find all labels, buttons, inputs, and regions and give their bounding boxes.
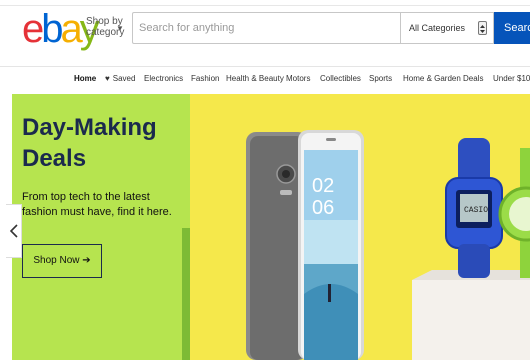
top-border: [0, 0, 530, 6]
heart-icon: ♥: [105, 74, 110, 83]
search-bar: [132, 12, 400, 44]
hero-banner[interactable]: Day-Making Deals From top tech to the la…: [12, 94, 530, 360]
blue-watch-image: CASIO: [445, 138, 503, 278]
chevron-left-icon: [9, 224, 18, 238]
green-watch-image: [498, 148, 530, 278]
nav-item-motors[interactable]: Motors: [286, 74, 310, 83]
phone-front-image: 02 06: [298, 130, 364, 360]
ebay-homepage: ebay Shop by category ▼ All Categories S…: [0, 0, 530, 360]
nav-item-electronics[interactable]: Electronics: [144, 74, 183, 83]
hero-title: Day-Making Deals: [22, 112, 187, 174]
hero-panel-shadow: [182, 228, 190, 360]
nav-item-saved-label: Saved: [112, 74, 136, 83]
category-nav: Home ♥ Saved Electronics Fashion Health &…: [0, 67, 530, 93]
logo-letter-e: e: [22, 7, 44, 51]
phone-date-text: 06: [312, 197, 334, 219]
nav-item-sports[interactable]: Sports: [369, 74, 392, 83]
nav-item-collectibles[interactable]: Collectibles: [320, 74, 361, 83]
select-arrows-icon[interactable]: [478, 21, 487, 35]
category-select[interactable]: All Categories: [400, 12, 494, 44]
logo-letter-b: b: [41, 7, 63, 51]
arrow-right-icon: ➔: [82, 255, 91, 266]
nav-item-home-garden[interactable]: Home & Garden: [403, 74, 461, 83]
hero-title-line-1: Day-Making: [22, 114, 157, 141]
nav-item-saved[interactable]: ♥ Saved: [105, 74, 135, 83]
search-input[interactable]: [139, 13, 395, 43]
hero-title-line-2: Deals: [22, 145, 87, 172]
phone-clock-text: 02: [312, 175, 334, 197]
hero-product-image: 02 06 CASIO: [246, 130, 530, 360]
nav-item-health-beauty[interactable]: Health & Beauty: [226, 74, 284, 83]
caret-down-icon[interactable]: ▼: [116, 24, 124, 33]
display-pedestal: [412, 270, 530, 360]
watch-brand-text: CASIO: [464, 206, 488, 215]
nav-item-deals[interactable]: Deals: [463, 74, 483, 83]
logo-letter-a: a: [60, 7, 83, 51]
nav-item-under-10[interactable]: Under $10: [493, 74, 530, 83]
carousel-prev-button[interactable]: [6, 204, 22, 258]
nav-item-fashion[interactable]: Fashion: [191, 74, 219, 83]
category-select-value: All Categories: [409, 23, 466, 33]
shop-now-label: Shop Now: [33, 255, 80, 266]
shop-now-button[interactable]: Shop Now ➔: [22, 244, 102, 278]
search-button[interactable]: Search: [494, 12, 530, 44]
hero-text-panel: Day-Making Deals From top tech to the la…: [12, 94, 190, 360]
nav-item-home[interactable]: Home: [74, 74, 96, 83]
hero-subtitle: From top tech to the latest fashion must…: [22, 191, 172, 218]
